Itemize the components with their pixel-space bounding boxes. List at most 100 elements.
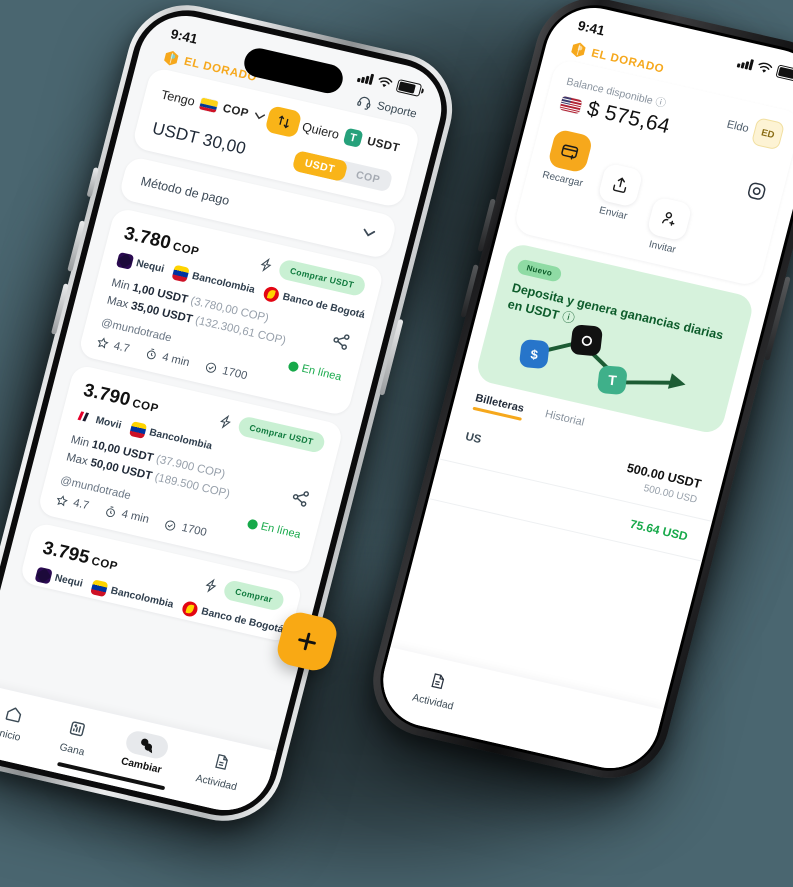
support-label: Soporte [375, 99, 419, 121]
swap-button[interactable] [264, 105, 303, 139]
nequi-icon [34, 566, 53, 585]
tab-label: Gana [58, 742, 86, 759]
action-recargar[interactable]: Recargar [541, 128, 595, 189]
bancolombia-icon [90, 579, 109, 597]
toggle-option-cop[interactable]: COP [343, 162, 393, 193]
have-label: Tengo [159, 87, 197, 109]
banco-de-bogota-icon [181, 599, 200, 618]
star-icon [97, 337, 109, 349]
bank-nequi: Nequi [34, 566, 85, 591]
tab-label: Cambiar [119, 756, 163, 776]
offer-currency: COP [171, 240, 201, 259]
stopwatch-icon [146, 348, 156, 360]
min-label: Min [69, 434, 91, 450]
account-label: Eldo [725, 118, 750, 136]
tether-icon: T [596, 364, 628, 395]
headset-icon [356, 96, 371, 110]
tab-actividad[interactable]: Actividad [194, 746, 245, 793]
offer-rating: 4.7 [95, 336, 131, 356]
offer-trades: 1700 [163, 518, 208, 540]
nequi-icon [115, 251, 135, 270]
offer-price: 3.790 [81, 379, 133, 410]
have-currency: COP [221, 102, 250, 120]
offer-trades: 1700 [203, 360, 249, 382]
lightning-icon [260, 257, 272, 272]
exchange-icon [123, 728, 171, 761]
home-icon [0, 700, 31, 729]
offer-time: 4 min [143, 347, 191, 370]
tab-label: Actividad [194, 773, 238, 794]
bancolombia-icon [171, 264, 191, 283]
tab-historial[interactable]: Historial [544, 408, 586, 428]
chart-dollar-icon [60, 714, 95, 743]
cellular-signal-icon [356, 71, 375, 86]
eldorado-logo-icon [164, 50, 179, 66]
offer-currency: COP [90, 555, 120, 573]
scan-qr-icon[interactable] [743, 179, 770, 209]
stopwatch-icon [105, 505, 115, 517]
action-invitar[interactable]: Invitar [642, 196, 693, 257]
offer-currency: COP [130, 398, 160, 416]
toggle-option-usdt[interactable]: USDT [291, 149, 349, 183]
banco-de-bogota-icon [262, 285, 281, 304]
wallet-amount: 75.64 USD [628, 516, 690, 544]
movii-icon [75, 409, 94, 427]
chevron-down-icon [255, 112, 266, 120]
min-label: Min [110, 277, 132, 293]
info-icon[interactable]: ⓘ [561, 309, 577, 325]
payment-method-label: Método de pago [139, 174, 231, 208]
card-add-icon [546, 128, 594, 174]
tab-billeteras[interactable]: Billeteras [474, 392, 525, 415]
document-icon [421, 667, 456, 696]
battery-icon [775, 64, 793, 83]
want-currency: USDT [365, 135, 401, 155]
document-icon [204, 747, 239, 776]
colombia-flag-icon [199, 96, 219, 113]
tab-label: Inicio [0, 727, 22, 744]
action-label: Enviar [597, 205, 629, 223]
lightning-icon [205, 578, 217, 593]
want-label: Quiero [300, 119, 341, 142]
usa-flag-icon [559, 96, 583, 115]
usdc-coin-icon: $ [518, 338, 550, 369]
tether-icon: T [342, 127, 364, 148]
eldorado-logo-icon [571, 42, 586, 58]
action-label: Recargar [541, 169, 584, 190]
tab-cambiar[interactable]: Cambiar [119, 728, 171, 776]
mockup-stage: 9:41 EL DORADO Balance disponible ⓘ $ 57… [0, 0, 793, 887]
offer-rating: 4.7 [54, 493, 90, 513]
tab-inicio[interactable]: Inicio [0, 700, 31, 744]
check-circle-icon [206, 363, 217, 374]
account-badge: ED [750, 117, 786, 151]
lightning-icon [219, 415, 231, 430]
star-icon [56, 494, 68, 507]
tab-actividad[interactable]: Actividad [411, 665, 462, 713]
battery-icon [395, 78, 423, 97]
promo-new-badge: Nuevo [516, 258, 563, 283]
account-selector[interactable]: Eldo ED [723, 111, 786, 151]
action-enviar[interactable]: Enviar [593, 162, 644, 223]
wifi-icon [758, 62, 773, 73]
offer-time: 4 min [103, 504, 151, 527]
cellular-signal-icon [736, 56, 755, 71]
bank-movii: Movii [75, 409, 123, 434]
buy-button[interactable]: Comprar [222, 578, 286, 612]
info-icon[interactable]: ⓘ [654, 96, 667, 110]
plus-icon [298, 632, 316, 651]
bancolombia-icon [128, 421, 148, 440]
swap-vertical-icon [279, 115, 289, 129]
online-check-icon [286, 360, 300, 373]
share-icon[interactable] [289, 487, 312, 510]
offer-price: 3.795 [40, 536, 93, 568]
offer-price: 3.780 [122, 221, 174, 253]
share-icon[interactable] [329, 330, 352, 353]
tab-label: Actividad [411, 692, 455, 713]
user-add-icon [646, 196, 693, 242]
bank-nequi: Nequi [115, 251, 166, 277]
max-label: Max [65, 451, 90, 468]
max-label: Max [105, 294, 130, 311]
tab-gana[interactable]: Gana [56, 714, 95, 758]
wallet-label: US [463, 431, 483, 447]
send-up-icon [597, 162, 644, 208]
action-label: Invitar [647, 239, 677, 256]
